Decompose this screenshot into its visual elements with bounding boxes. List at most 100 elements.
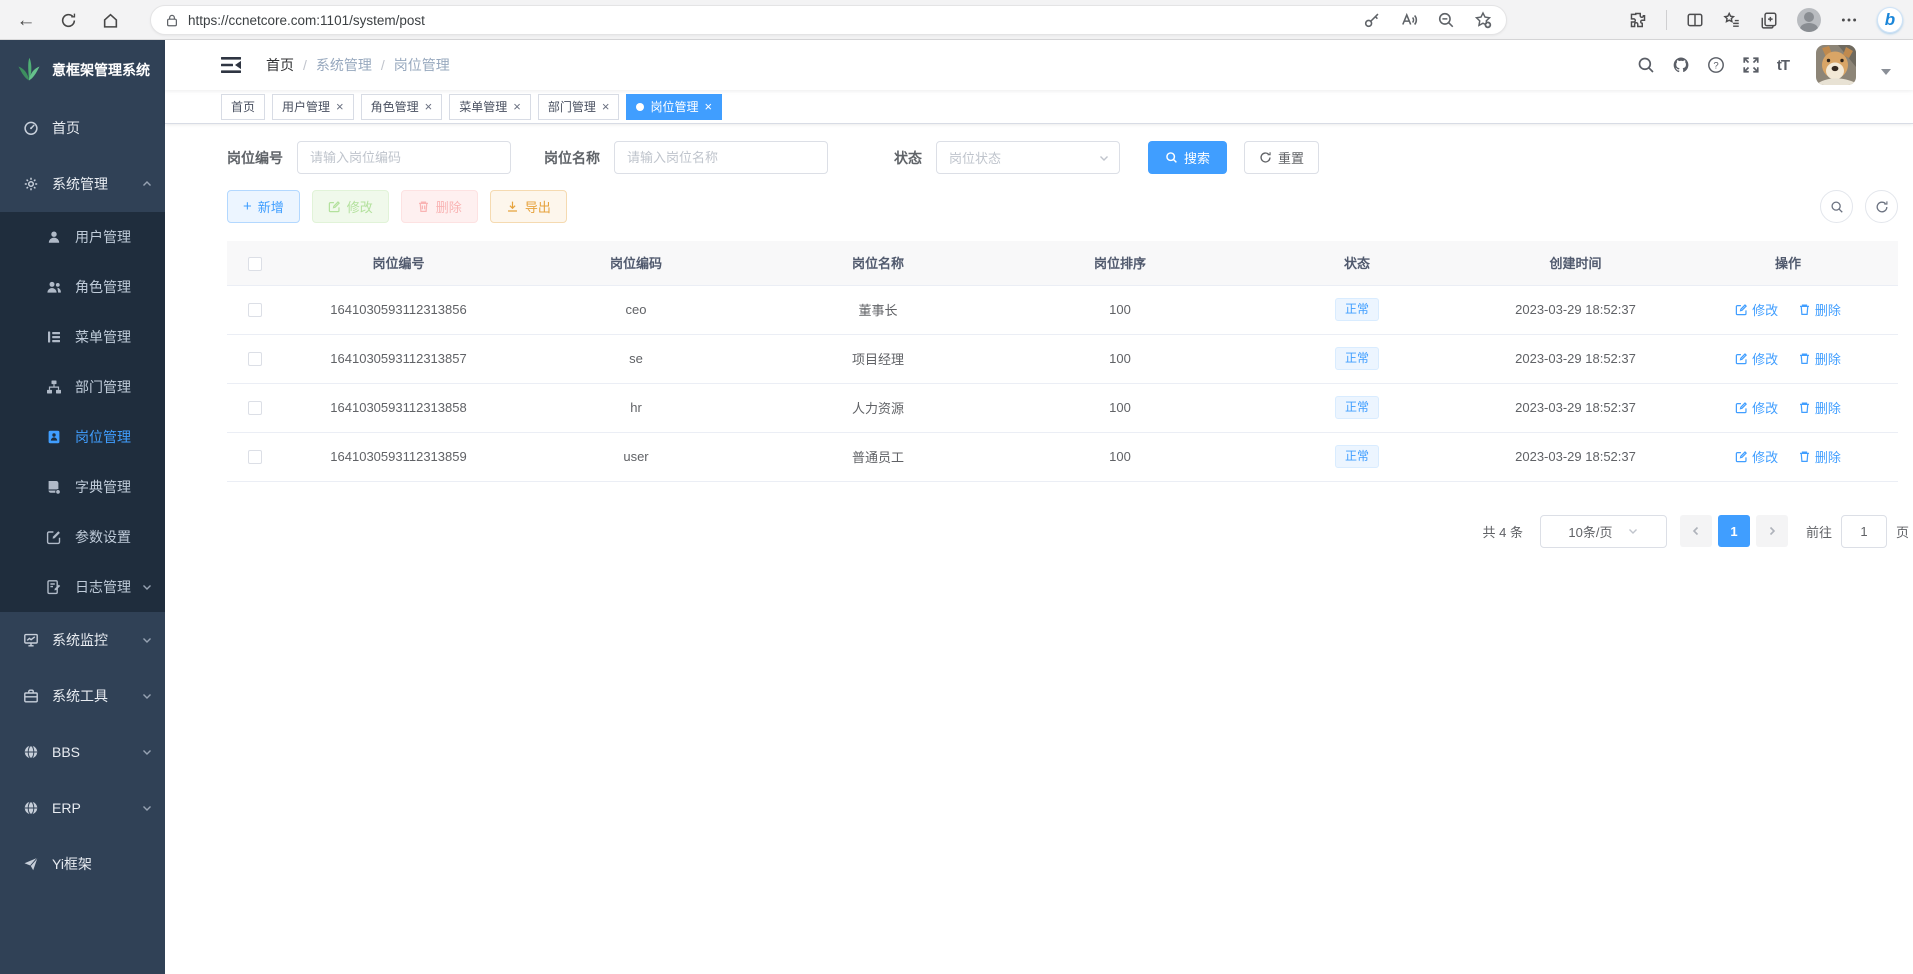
page-unit-label: 页 [1896,522,1909,541]
monitor-icon [23,632,39,648]
row-edit-link[interactable]: 修改 [1735,447,1778,466]
extensions-icon[interactable] [1629,11,1647,29]
zoom-out-icon[interactable] [1437,11,1455,29]
page-number-1[interactable]: 1 [1718,515,1750,547]
row-checkbox[interactable] [248,352,262,366]
sidebar-item-system-management[interactable]: 系统管理 [0,156,165,212]
next-page-button[interactable] [1756,515,1788,547]
close-icon[interactable]: × [336,100,344,113]
sidebar-item-erp[interactable]: ERP [0,780,165,836]
row-checkbox[interactable] [248,401,262,415]
toolbox-icon [23,688,39,704]
sidebar-item-role-management[interactable]: 角色管理 [0,262,165,312]
sidebar-item-bbs[interactable]: BBS [0,724,165,780]
tab-menu-management[interactable]: 菜单管理× [449,94,531,120]
caret-down-icon[interactable] [1881,69,1891,75]
post-name-input[interactable] [614,141,828,174]
add-button[interactable]: + 新增 [227,190,300,223]
table-row: 1641030593112313857 se 项目经理 100 正常 2023-… [227,334,1898,383]
search-button[interactable]: 搜索 [1148,141,1227,174]
tab-dept-management[interactable]: 部门管理× [538,94,620,120]
tab-user-management[interactable]: 用户管理× [272,94,354,120]
system-management-submenu: 用户管理 角色管理 菜单管理 部门管理 岗位管理 字典管理 参数设置 日志管理 [0,212,165,612]
read-aloud-icon[interactable] [1400,11,1418,29]
goto-page-input[interactable] [1841,515,1887,548]
col-post-id: 岗位编号 [282,241,515,285]
edit-button[interactable]: 修改 [312,190,389,223]
back-icon[interactable]: ← [12,6,40,34]
row-edit-link[interactable]: 修改 [1735,398,1778,417]
collections-icon[interactable] [1760,11,1778,29]
edit-icon [1735,352,1748,365]
home-icon[interactable] [96,6,124,34]
tab-post-management[interactable]: 岗位管理× [626,94,722,120]
github-icon[interactable] [1672,56,1690,74]
export-button[interactable]: 导出 [490,190,567,223]
main-area: 首页 / 系统管理 / 岗位管理 ? tT [165,40,1913,974]
row-delete-link[interactable]: 删除 [1798,447,1841,466]
refresh-table-button[interactable] [1865,190,1898,223]
search-icon[interactable] [1637,56,1655,74]
download-icon [506,200,519,213]
bing-chat-icon[interactable]: b [1877,7,1903,33]
close-icon[interactable]: × [602,100,610,113]
fullscreen-icon[interactable] [1742,56,1760,74]
toggle-search-button[interactable] [1820,190,1853,223]
font-size-icon[interactable]: tT [1777,57,1789,74]
favorites-bar-icon[interactable] [1723,11,1741,29]
avatar[interactable] [1816,45,1856,85]
row-delete-link[interactable]: 删除 [1798,349,1841,368]
close-icon[interactable]: × [704,100,712,113]
sidebar-item-yi-framework[interactable]: Yi框架 [0,836,165,892]
gear-icon [23,176,39,192]
delete-button[interactable]: 删除 [401,190,478,223]
profile-icon[interactable] [1797,8,1821,32]
chevron-down-icon [141,634,153,646]
lock-icon[interactable] [165,13,179,28]
app-logo[interactable]: 意框架管理系统 [0,40,165,100]
split-screen-icon[interactable] [1686,11,1704,29]
help-icon[interactable]: ? [1707,56,1725,74]
sidebar-item-param-settings[interactable]: 参数设置 [0,512,165,562]
toolbar-divider [1666,10,1667,30]
sidebar-item-system-monitor[interactable]: 系统监控 [0,612,165,668]
close-icon[interactable]: × [513,100,521,113]
more-icon[interactable] [1840,11,1858,29]
row-delete-link[interactable]: 删除 [1798,300,1841,319]
close-icon[interactable]: × [425,100,433,113]
row-delete-link[interactable]: 删除 [1798,398,1841,417]
password-key-icon[interactable] [1363,11,1381,29]
sidebar-item-post-management[interactable]: 岗位管理 [0,412,165,462]
post-code-input[interactable] [297,141,511,174]
tab-role-management[interactable]: 角色管理× [361,94,443,120]
sidebar-item-menu-management[interactable]: 菜单管理 [0,312,165,362]
sidebar-item-dept-management[interactable]: 部门管理 [0,362,165,412]
sidebar-collapse-icon[interactable] [220,55,242,75]
address-bar[interactable]: https://ccnetcore.com:1101/system/post [150,5,1507,35]
refresh-icon[interactable] [54,6,82,34]
favorite-add-icon[interactable] [1474,11,1492,29]
status-select[interactable]: 岗位状态 [936,141,1120,174]
select-all-checkbox[interactable] [248,257,262,271]
url-text[interactable]: https://ccnetcore.com:1101/system/post [188,13,1363,28]
row-edit-link[interactable]: 修改 [1735,349,1778,368]
paper-plane-icon [23,856,39,872]
page-size-select[interactable]: 10条/页 [1540,515,1667,548]
breadcrumb-separator: / [303,57,307,73]
breadcrumb-home[interactable]: 首页 [266,55,294,75]
reset-button[interactable]: 重置 [1244,141,1319,174]
tab-home[interactable]: 首页 [221,94,265,120]
row-checkbox[interactable] [248,450,262,464]
sidebar-item-log-management[interactable]: 日志管理 [0,562,165,612]
prev-page-button[interactable] [1680,515,1712,547]
sidebar-item-dict-management[interactable]: 字典管理 [0,462,165,512]
chevron-down-icon [141,581,153,593]
refresh-icon [1259,151,1272,164]
row-checkbox[interactable] [248,303,262,317]
row-edit-link[interactable]: 修改 [1735,300,1778,319]
chevron-down-icon [141,690,153,702]
post-name-label: 岗位名称 [544,148,600,168]
sidebar-item-user-management[interactable]: 用户管理 [0,212,165,262]
sidebar-item-system-tools[interactable]: 系统工具 [0,668,165,724]
sidebar-item-home[interactable]: 首页 [0,100,165,156]
